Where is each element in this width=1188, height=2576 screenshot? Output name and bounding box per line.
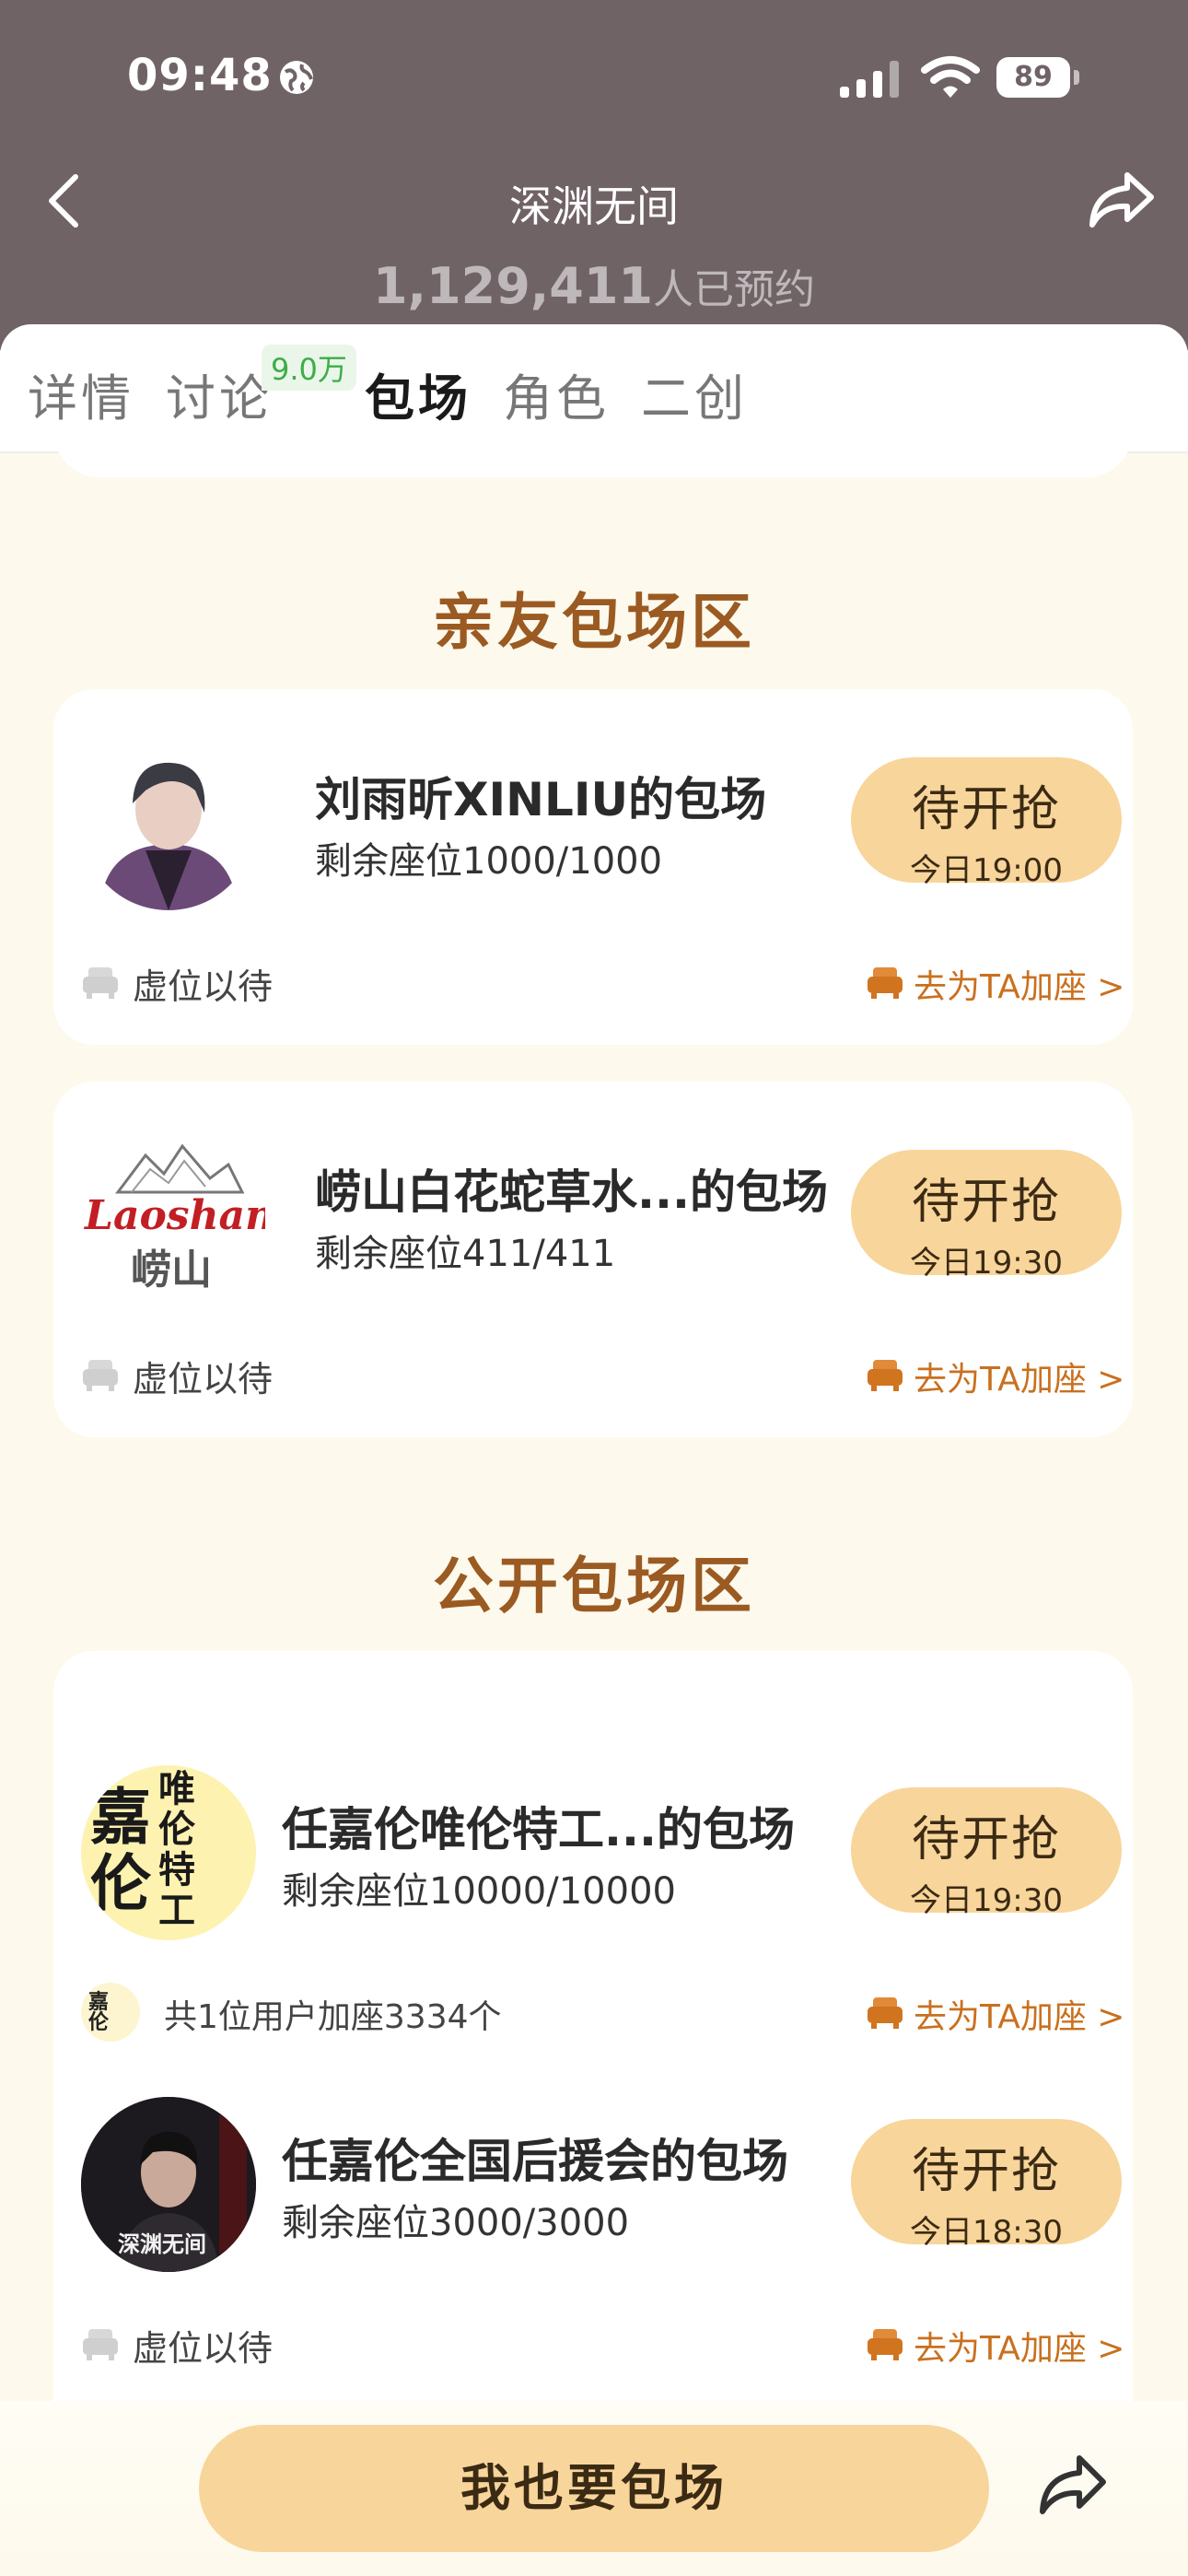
avatar-poster-text: 深渊无间	[118, 2231, 206, 2257]
add-seat-link[interactable]: 去为TA加座 >	[914, 1990, 1124, 2038]
wifi-icon	[921, 56, 980, 98]
grab-button-label: 待开抢	[911, 1812, 1061, 1868]
signal-icon	[840, 61, 899, 98]
grab-button-label: 待开抢	[911, 2144, 1061, 2199]
seat-status-text: 虚位以待	[133, 1359, 274, 1399]
seat-icon	[83, 2329, 118, 2360]
tab-private-screening[interactable]: 包场	[365, 357, 472, 430]
grab-button-label: 待开抢	[911, 1175, 1061, 1230]
seat-status-text: 虚位以待	[133, 966, 274, 1007]
avatar-calligraphy: 嘉伦	[90, 1781, 151, 1919]
brand-logo-text: Laoshan	[85, 1192, 265, 1239]
grab-time: 今日19:00	[910, 852, 1063, 889]
screening-title: 任嘉伦唯伦特工...的包场	[282, 1803, 795, 1856]
seat-icon	[83, 967, 118, 999]
avatar: 深渊无间	[81, 2097, 256, 2272]
added-seats-summary: 共1位用户加座3334个	[164, 1998, 502, 2036]
add-seat-link[interactable]: 去为TA加座 >	[914, 1352, 1124, 1400]
brand-logo-cn: 崂山	[131, 1247, 212, 1294]
add-seat-icon	[868, 1997, 903, 2029]
avatar	[81, 735, 256, 910]
reserve-count: 1,129,411人已预约	[0, 256, 1188, 315]
section-title-public: 公开包场区	[433, 1551, 755, 1622]
grab-button[interactable]: 待开抢 今日18:30	[851, 2119, 1122, 2251]
reserve-suffix: 人已预约	[653, 266, 816, 313]
user-mini-avatar: 嘉伦	[81, 1983, 140, 2042]
screening-title: 崂山白花蛇草水...的包场	[315, 1165, 828, 1219]
seat-icon	[83, 1360, 118, 1391]
previous-card-edge	[53, 426, 1133, 477]
brand-logo: Laoshan 崂山	[81, 1128, 265, 1303]
add-seat-icon	[868, 2329, 903, 2360]
public-screening-card: 嘉伦 唯伦特工 任嘉伦唯伦特工...的包场 剩余座位10000/10000 待开…	[53, 1651, 1133, 2462]
globe-icon	[280, 61, 313, 94]
avatar-calligraphy-2: 唯伦特工	[158, 1767, 195, 1932]
screening-title: 任嘉伦全国后援会的包场	[282, 2135, 788, 2188]
grab-time: 今日19:30	[910, 1245, 1063, 1282]
add-seat-link[interactable]: 去为TA加座 >	[914, 960, 1124, 1008]
grab-button[interactable]: 待开抢 今日19:00	[851, 757, 1122, 889]
remaining-seats: 剩余座位3000/3000	[282, 2202, 630, 2244]
create-screening-button[interactable]: 我也要包场	[199, 2425, 989, 2552]
reserve-number: 1,129,411	[372, 257, 654, 315]
battery-level: 89	[996, 57, 1070, 98]
add-seat-link[interactable]: 去为TA加座 >	[914, 2322, 1124, 2370]
status-time: 09:48	[127, 50, 273, 101]
screening-title: 刘雨昕XINLIU的包场	[315, 773, 767, 826]
avatar: 嘉伦 唯伦特工	[81, 1765, 256, 1940]
add-seat-icon	[868, 967, 903, 999]
share-icon[interactable]	[1037, 2451, 1109, 2519]
remaining-seats: 剩余座位10000/10000	[282, 1870, 676, 1913]
tab-discussion[interactable]: 讨论	[166, 357, 273, 430]
remaining-seats: 剩余座位1000/1000	[315, 840, 663, 883]
seat-status-text: 虚位以待	[133, 2328, 274, 2369]
screening-card[interactable]: Laoshan 崂山 崂山白花蛇草水...的包场 剩余座位411/411 待开抢…	[53, 1082, 1133, 1437]
share-icon[interactable]	[1087, 168, 1157, 234]
discussion-count-badge: 9.0万	[262, 345, 356, 391]
page-title: 深渊无间	[509, 181, 679, 231]
section-title-friends: 亲友包场区	[433, 587, 755, 658]
remaining-seats: 剩余座位411/411	[315, 1233, 616, 1275]
screening-card[interactable]: 刘雨昕XINLIU的包场 剩余座位1000/1000 待开抢 今日19:00 虚…	[53, 689, 1133, 1045]
header-bar: 09:48 89 深渊无间 1,129,411人已预约	[0, 0, 1188, 350]
grab-time: 今日19:30	[910, 1882, 1063, 1919]
mini-avatar-text: 嘉伦	[88, 1990, 110, 2034]
grab-button[interactable]: 待开抢 今日19:30	[851, 1150, 1122, 1282]
tab-characters[interactable]: 角色	[503, 357, 610, 430]
grab-time: 今日18:30	[910, 2214, 1063, 2251]
tab-fan-creations[interactable]: 二创	[641, 357, 748, 430]
add-seat-icon	[868, 1360, 903, 1391]
battery-tip	[1074, 70, 1079, 85]
grab-button[interactable]: 待开抢 今日19:30	[851, 1787, 1122, 1919]
battery-icon: 89	[996, 57, 1081, 98]
tab-details[interactable]: 详情	[28, 357, 134, 430]
grab-button-label: 待开抢	[911, 782, 1061, 837]
